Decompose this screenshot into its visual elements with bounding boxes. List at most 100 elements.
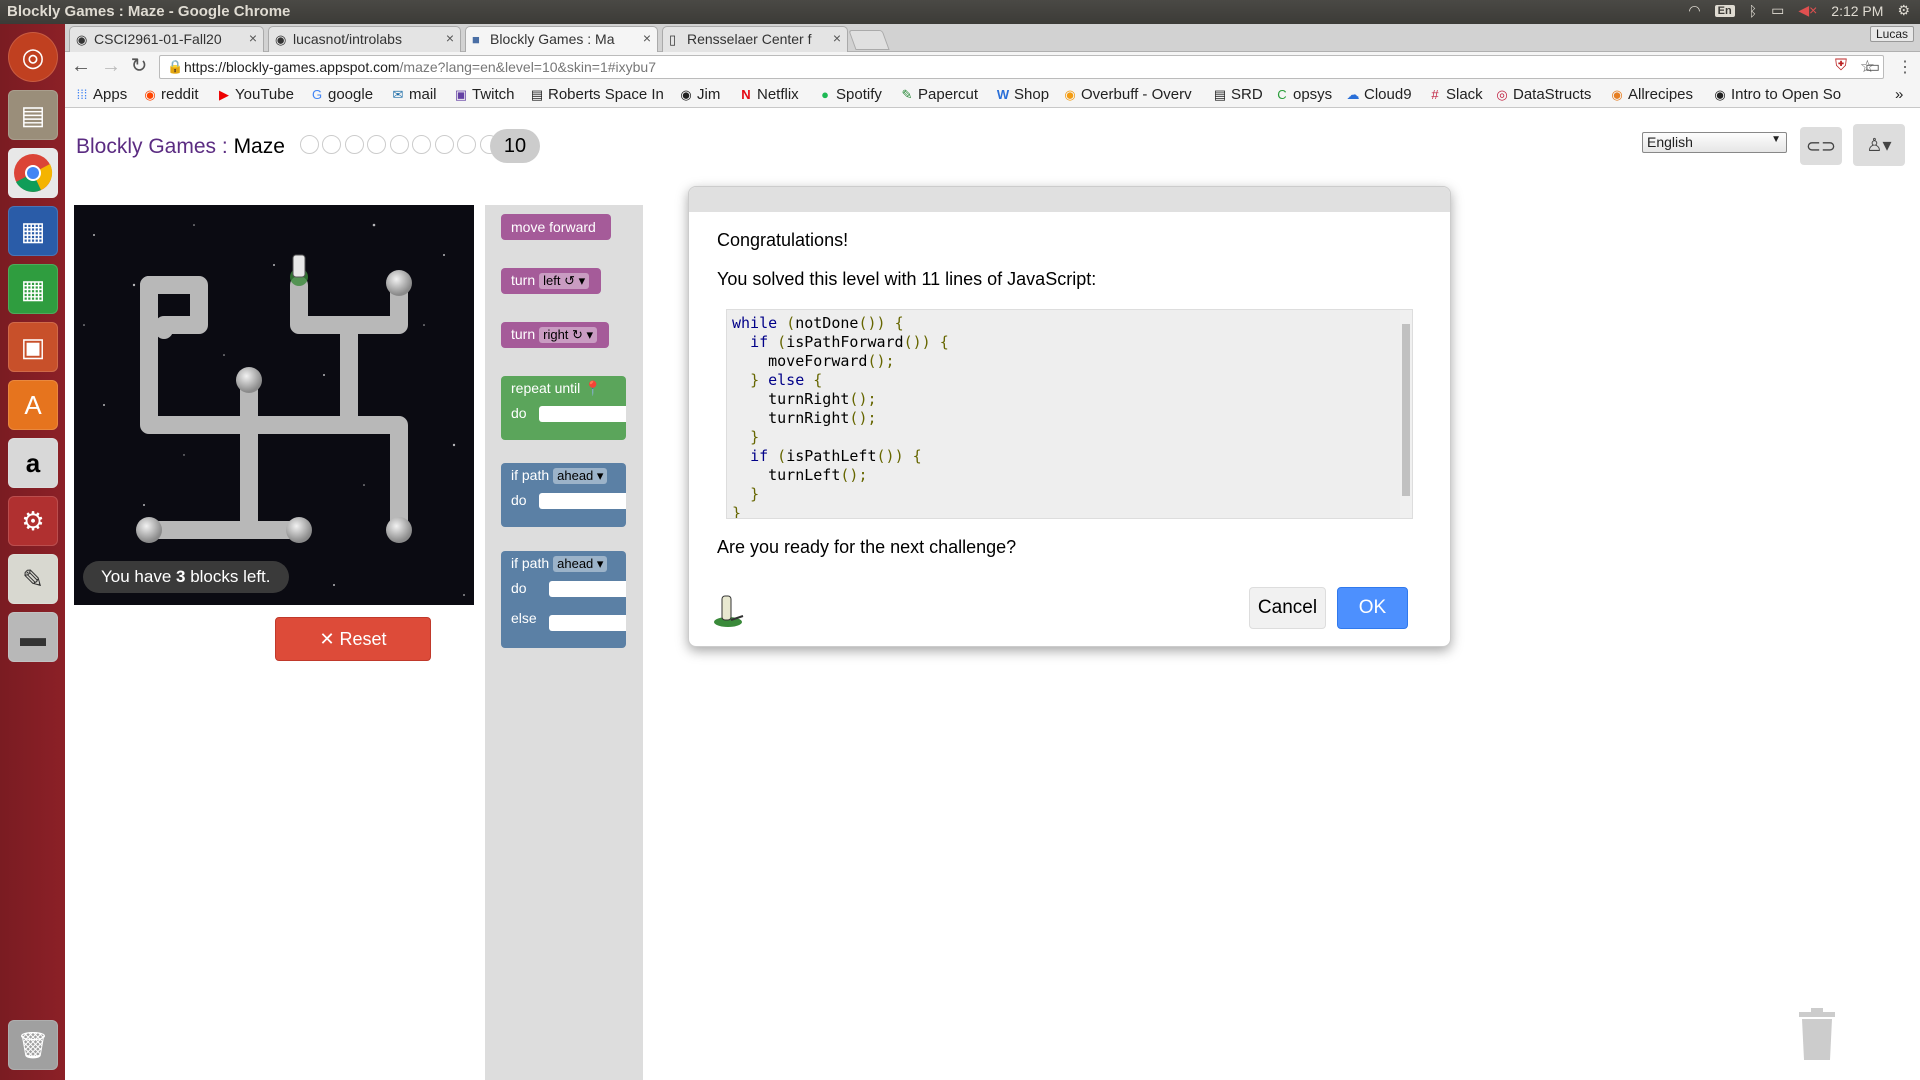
close-x-icon: ✕ — [319, 629, 340, 649]
bookmark-shop[interactable]: W Shop — [996, 86, 1049, 103]
close-tab-icon[interactable]: × — [643, 30, 651, 46]
turn-left-block[interactable]: turn left ↺ ▾ — [501, 268, 601, 294]
bookmark-datastructs[interactable]: ◎ DataStructs — [1495, 86, 1591, 103]
pegman-select-button[interactable]: ♙▾ — [1853, 124, 1905, 166]
level-2-link[interactable] — [322, 135, 341, 154]
chrome-icon[interactable] — [8, 148, 58, 198]
new-tab-button[interactable] — [848, 30, 890, 50]
trash-icon[interactable]: 🗑 — [8, 1020, 58, 1070]
turn-direction-dropdown[interactable]: right ↻ ▾ — [539, 327, 598, 343]
address-bar[interactable]: 🔒 https://blockly-games.appspot.com/maze… — [159, 55, 1884, 79]
turn-direction-dropdown[interactable]: left ↺ ▾ — [539, 273, 590, 289]
bookmark-netflix[interactable]: N Netflix — [739, 86, 798, 103]
apps-grid-icon: ⁞⁞⁞ — [76, 87, 88, 102]
level-5-link[interactable] — [390, 135, 409, 154]
netflix-icon: N — [741, 87, 751, 102]
bookmark-jim[interactable]: ◉ Jim — [679, 86, 720, 103]
tab-rensselaer[interactable]: ▯ Rensselaer Center f × — [662, 26, 848, 52]
level-8-link[interactable] — [457, 135, 476, 154]
forward-arrow-icon[interactable]: → — [99, 55, 123, 79]
calc-icon[interactable]: ▦ — [8, 264, 58, 314]
bookmark-intro-open-source[interactable]: ◉ Intro to Open So — [1713, 86, 1841, 103]
disk-drive-icon[interactable]: ▬ — [8, 612, 58, 662]
profile-name[interactable]: Lucas — [1869, 26, 1914, 42]
back-arrow-icon[interactable]: ← — [69, 55, 93, 79]
language-select[interactable]: English ▼ — [1642, 132, 1787, 153]
bookmark-opsys[interactable]: Copsys — [1275, 86, 1332, 103]
bookmark-roberts-space[interactable]: ▤ Roberts Space In — [530, 86, 664, 103]
close-tab-icon[interactable]: × — [446, 30, 454, 46]
software-center-icon[interactable]: A — [8, 380, 58, 430]
ubuntu-dash-icon[interactable]: ◎ — [8, 32, 58, 82]
keyboard-layout[interactable]: En — [1714, 4, 1735, 17]
tab-blockly-games[interactable]: ■ Blockly Games : Ma × — [465, 26, 658, 53]
maze-display — [74, 205, 474, 605]
cast-extension-icon[interactable]: ▭ — [1865, 57, 1880, 77]
bookmark-allrecipes[interactable]: ◉ Allrecipes — [1610, 86, 1693, 103]
path-direction-dropdown[interactable]: ahead ▾ — [553, 468, 608, 484]
current-level-indicator: 10 — [490, 129, 540, 163]
if-path-block[interactable]: if path ahead ▾ do — [501, 463, 626, 527]
amazon-icon[interactable]: a — [8, 438, 58, 488]
path-direction-dropdown[interactable]: ahead ▾ — [553, 556, 608, 572]
chrome-menu-icon[interactable]: ⋮ — [1897, 57, 1913, 77]
bookmark-mail[interactable]: ✉ mail — [391, 86, 437, 103]
block-toolbox: move forward turn left ↺ ▾ turn right ↻ ▾ … — [485, 205, 642, 1080]
ok-button[interactable]: OK — [1337, 587, 1408, 629]
repeat-until-block[interactable]: repeat until 📍 do — [501, 376, 626, 440]
bookmark-slack[interactable]: # Slack — [1428, 86, 1482, 103]
do-slot — [539, 406, 626, 422]
bookmark-reddit[interactable]: ◉ reddit — [143, 86, 198, 103]
turn-right-block[interactable]: turn right ↻ ▾ — [501, 322, 609, 348]
level-1-link[interactable] — [300, 135, 319, 154]
javascript-code-box[interactable]: while (notDone()) { if (isPathForward())… — [726, 309, 1413, 519]
reset-button[interactable]: ✕ Reset — [275, 617, 431, 661]
level-4-link[interactable] — [367, 135, 386, 154]
reload-icon[interactable]: ↻ — [127, 55, 151, 79]
trash-can-icon[interactable] — [1798, 1008, 1836, 1060]
system-settings-icon[interactable]: ⚙ — [8, 496, 58, 546]
bookmark-cloud9[interactable]: ☁ Cloud9 — [1346, 86, 1412, 103]
scrollbar-thumb[interactable] — [1402, 324, 1410, 496]
dialog-title-bar[interactable] — [689, 187, 1450, 212]
bookmark-srd[interactable]: ▤ SRD — [1213, 86, 1263, 103]
bookmark-spotify[interactable]: ● Spotify — [818, 86, 882, 103]
bookmarks-overflow-icon[interactable]: » — [1895, 86, 1903, 103]
if-else-path-block[interactable]: if path ahead ▾ do else — [501, 551, 626, 648]
ublock-extension-icon[interactable]: ⛨ — [1835, 57, 1847, 75]
volume-muted-icon[interactable]: ◀× — [1798, 2, 1817, 19]
move-forward-block[interactable]: move forward — [501, 214, 611, 240]
code-line: } — [750, 428, 760, 446]
battery-icon[interactable]: ▭ — [1771, 2, 1784, 19]
url-domain: https://blockly-games.appspot.com — [184, 59, 400, 75]
bookmark-apps[interactable]: ⁞⁞⁞ Apps — [75, 86, 128, 103]
writer-icon[interactable]: ▦ — [8, 206, 58, 256]
level-7-link[interactable] — [435, 135, 454, 154]
close-tab-icon[interactable]: × — [249, 30, 257, 46]
bookmark-overbuff[interactable]: ◉ Overbuff - Overv — [1063, 86, 1191, 103]
maze-board — [83, 223, 465, 596]
clock[interactable]: 2:12 PM — [1831, 3, 1883, 19]
impress-icon[interactable]: ▣ — [8, 322, 58, 372]
bookmark-papercut[interactable]: ✎ Papercut — [900, 86, 979, 103]
files-icon[interactable]: ▤ — [8, 90, 58, 140]
code-scrollbar[interactable] — [1400, 310, 1412, 518]
cancel-button[interactable]: Cancel — [1249, 587, 1326, 629]
wifi-icon[interactable]: ◠ — [1688, 2, 1700, 19]
text-editor-icon[interactable]: ✎ — [8, 554, 58, 604]
level-6-link[interactable] — [412, 135, 431, 154]
tab-introlabs[interactable]: ◉ lucasnot/introlabs × — [268, 26, 461, 52]
app-title-link[interactable]: Blockly Games — [76, 135, 216, 158]
bookmark-google[interactable]: Ggoogle — [310, 86, 373, 103]
close-tab-icon[interactable]: × — [833, 30, 841, 46]
link-button[interactable]: ⊂⊃ — [1800, 127, 1842, 165]
settings-gear-icon[interactable]: ⚙ — [1897, 2, 1910, 19]
link-icon: ⊂⊃ — [1805, 136, 1837, 156]
blockly-icon: ■ — [472, 32, 480, 47]
bookmark-twitch[interactable]: ▣ Twitch — [454, 86, 515, 103]
ubuntu-launcher: ◎ ▤ ▦ ▦ ▣ A a ⚙ ✎ ▬ 🗑 — [0, 24, 65, 1080]
bluetooth-icon[interactable]: ᛒ — [1749, 3, 1757, 19]
bookmark-youtube[interactable]: ▶ YouTube — [217, 86, 294, 103]
level-3-link[interactable] — [345, 135, 364, 154]
tab-csci[interactable]: ◉ CSCI2961-01-Fall20 × — [69, 26, 264, 52]
